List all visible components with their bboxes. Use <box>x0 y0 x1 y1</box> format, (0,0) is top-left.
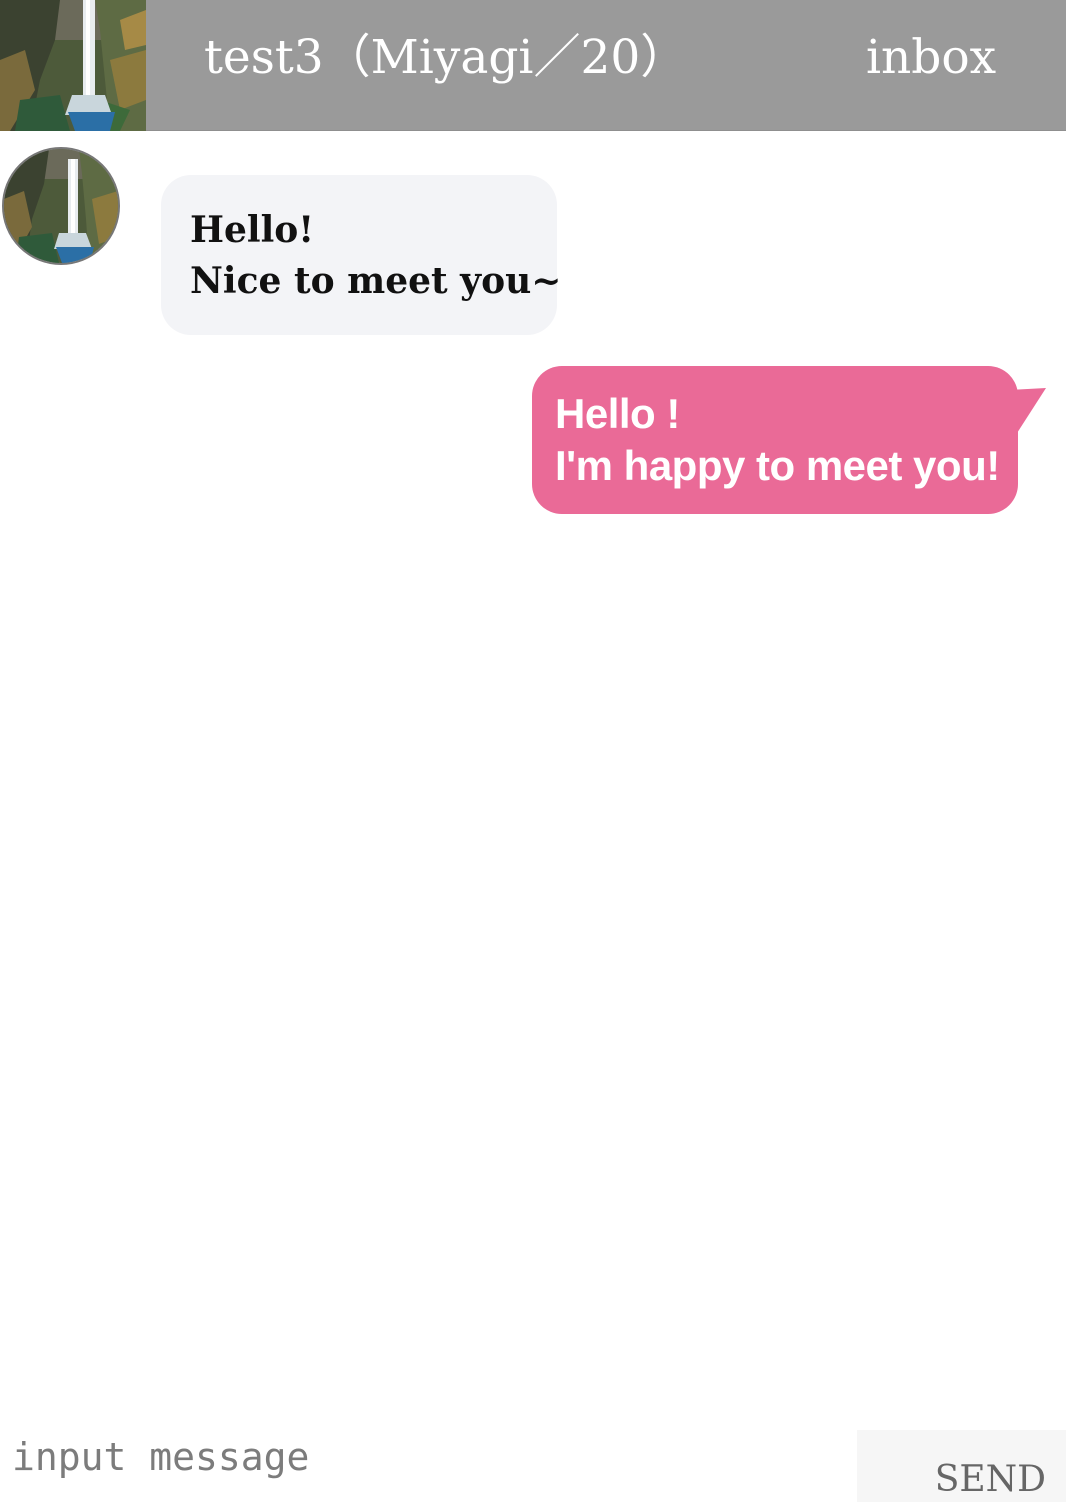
message-line: Hello ! <box>555 390 680 437</box>
send-button[interactable]: SEND <box>857 1430 1066 1502</box>
waterfall-avatar-icon[interactable] <box>2 147 120 265</box>
message-line: Hello! <box>190 209 315 251</box>
incoming-message-bubble: Hello! Nice to meet you~ <box>161 175 562 335</box>
message-line: Nice to meet you~ <box>190 260 562 302</box>
inbox-link[interactable]: inbox <box>866 30 996 86</box>
waterfall-photo-icon[interactable] <box>0 0 146 131</box>
message-input[interactable] <box>0 1422 850 1492</box>
chat-partner-title: test3（Miyagi／20） <box>204 30 688 85</box>
message-line: I'm happy to meet you! <box>555 442 1000 489</box>
outgoing-message-bubble: Hello ! I'm happy to meet you! <box>532 366 1018 514</box>
chat-header: test3（Miyagi／20） inbox <box>0 0 1066 131</box>
